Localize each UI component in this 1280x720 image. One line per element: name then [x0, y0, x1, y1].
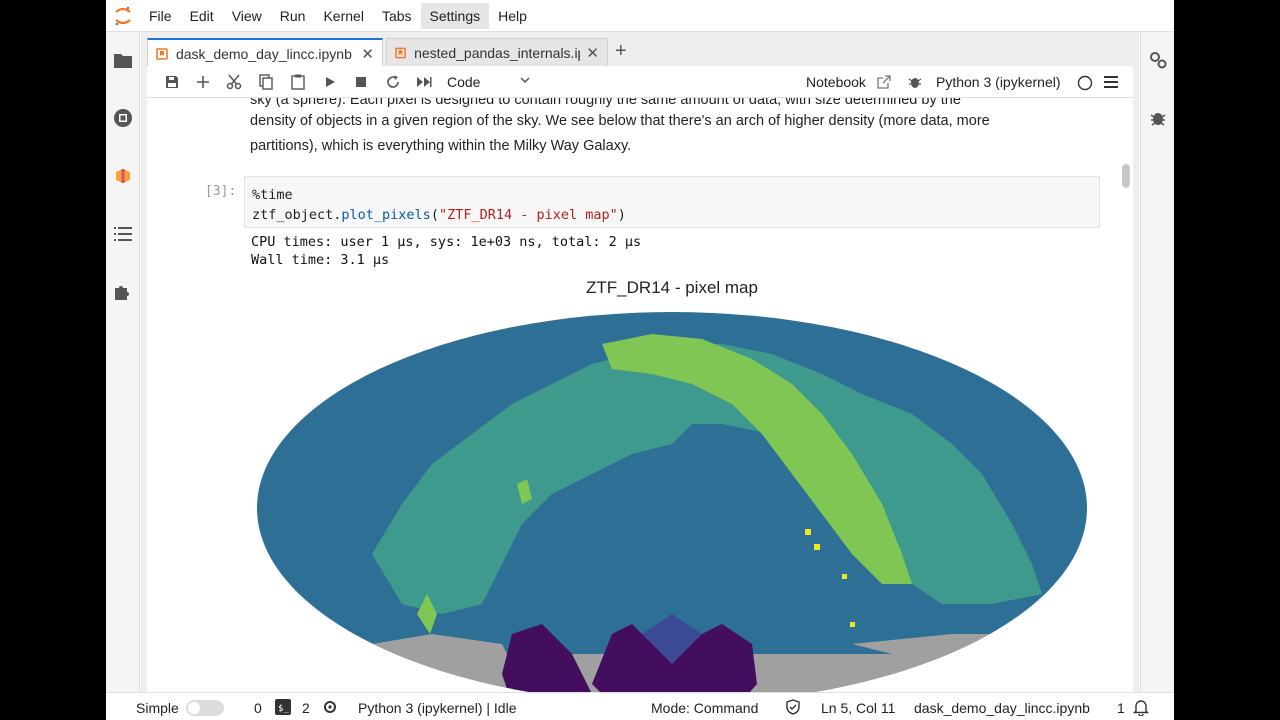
kernel-idle-circle-icon — [1077, 75, 1093, 91]
code-function: plot_pixels — [341, 207, 431, 223]
notebook-file-icon — [395, 47, 406, 58]
code-string: "ZTF_DR14 - pixel map" — [438, 207, 618, 223]
terminal-count: 0 — [254, 700, 262, 716]
code-paren: ) — [617, 207, 626, 223]
cursor-position[interactable]: Ln 5, Col 11 — [821, 700, 895, 716]
map-region-yellow-pixel — [814, 544, 820, 550]
menu-kernel[interactable]: Kernel — [314, 3, 372, 29]
simple-mode-toggle[interactable] — [186, 700, 224, 716]
status-bar: Simple 0 $_ 2 Python 3 (ipykernel) | Idl… — [106, 692, 1174, 720]
paste-clipboard-icon[interactable] — [289, 73, 307, 91]
tab-dask-demo[interactable]: dask_demo_day_lincc.ipynb ✕ — [147, 38, 383, 67]
map-region-indigo-edge — [1032, 604, 1072, 664]
cut-scissors-icon[interactable] — [225, 73, 243, 91]
external-link-icon[interactable] — [877, 75, 891, 89]
table-of-contents-icon[interactable] — [113, 224, 133, 244]
menu-hamburger-icon[interactable] — [1104, 76, 1118, 88]
current-file-name: dask_demo_day_lincc.ipynb — [914, 700, 1090, 716]
menu-run[interactable]: Run — [271, 3, 315, 29]
tab-bar: dask_demo_day_lincc.ipynb ✕ nested_panda… — [141, 32, 1139, 67]
execution-count-prompt: [3]: — [205, 184, 237, 199]
copy-icon[interactable] — [257, 73, 275, 91]
map-region-yellow-pixel — [850, 622, 855, 627]
stop-square-icon[interactable] — [352, 73, 370, 91]
map-region-yellow-pixel — [842, 574, 847, 579]
tab-label: dask_demo_day_lincc.ipynb — [175, 45, 352, 62]
map-region-yellow-pixel — [805, 529, 811, 535]
right-sidebar — [1140, 32, 1174, 692]
svg-text:$_: $_ — [278, 704, 289, 714]
scrollbar-thumb[interactable] — [1122, 164, 1130, 188]
kernel-name[interactable]: Python 3 (ipykernel) — [936, 74, 1061, 90]
kernel-status[interactable]: Python 3 (ipykernel) | Idle — [358, 700, 517, 716]
bug-icon[interactable] — [908, 75, 922, 89]
main-area: dask_demo_day_lincc.ipynb ✕ nested_panda… — [141, 32, 1139, 692]
markdown-line: partitions), which is everything within … — [250, 138, 632, 154]
simple-mode-label: Simple — [136, 700, 179, 716]
magic-command: %time — [252, 187, 293, 203]
menu-help[interactable]: Help — [489, 3, 536, 29]
shield-check-icon[interactable] — [785, 699, 801, 715]
puzzle-extension-icon[interactable] — [113, 282, 133, 302]
sky-pixel-map — [257, 312, 1087, 692]
menu-tabs[interactable]: Tabs — [373, 3, 421, 29]
notification-bell-icon[interactable] — [1132, 698, 1150, 716]
menu-edit[interactable]: Edit — [181, 3, 223, 29]
debugger-bug-icon[interactable] — [1149, 109, 1167, 127]
output-line: CPU times: user 1 µs, sys: 1e+03 ns, tot… — [251, 234, 642, 250]
new-tab-plus-icon[interactable]: + — [615, 40, 627, 63]
menu-settings[interactable]: Settings — [420, 2, 490, 29]
cell-type-select[interactable]: Code — [447, 74, 480, 90]
left-sidebar — [106, 32, 140, 692]
code-line: ztf_object.plot_pixels("ZTF_DR14 - pixel… — [252, 205, 1092, 225]
code-line: %time — [252, 185, 1092, 205]
mode-indicator: Mode: Command — [651, 700, 759, 716]
notebook-file-icon — [156, 47, 168, 60]
extension-cube-icon[interactable] — [113, 166, 133, 186]
save-icon[interactable] — [163, 73, 181, 91]
close-tab-icon[interactable]: ✕ — [586, 44, 599, 62]
restart-kernel-icon[interactable] — [384, 73, 402, 91]
running-sessions-icon[interactable] — [113, 108, 133, 128]
insert-cell-plus-icon[interactable] — [194, 73, 212, 91]
property-inspector-gears-icon[interactable] — [1149, 51, 1167, 69]
close-tab-icon[interactable]: ✕ — [361, 45, 374, 63]
plot-title: ZTF_DR14 - pixel map — [586, 278, 758, 297]
code-cell-editor[interactable]: %time ztf_object.plot_pixels("ZTF_DR14 -… — [244, 176, 1100, 228]
run-play-icon[interactable] — [321, 73, 339, 91]
folder-icon[interactable] — [113, 50, 133, 70]
markdown-line: density of objects in a given region of … — [250, 113, 990, 129]
menu-file[interactable]: File — [140, 3, 181, 29]
notification-count: 1 — [1117, 700, 1125, 716]
fast-forward-icon[interactable] — [415, 73, 433, 91]
tab-label: nested_pandas_internals.ipynb — [414, 44, 580, 61]
code-paren: ( — [430, 207, 439, 223]
chevron-down-icon[interactable] — [519, 74, 531, 86]
kernel-gear-icon[interactable] — [322, 699, 338, 715]
jupyter-logo-icon — [106, 0, 140, 32]
map-region-indigo-edge — [272, 624, 312, 684]
menu-view[interactable]: View — [223, 3, 271, 29]
open-notebook-button[interactable]: Notebook — [806, 74, 866, 90]
notebook-panel: sky (a sphere). Each pixel is designed t… — [147, 98, 1133, 692]
jupyterlab-window: File Edit View Run Kernel Tabs Settings … — [106, 0, 1174, 720]
notebook-toolbar: Code Notebook Python 3 (ipykernel) — [147, 66, 1133, 98]
map-region-grey-edge — [257, 634, 512, 692]
kernel-count: 2 — [302, 700, 310, 716]
code-object: ztf_object. — [252, 207, 342, 223]
terminal-icon[interactable]: $_ — [275, 699, 291, 715]
output-line: Wall time: 3.1 µs — [251, 252, 390, 268]
menu-bar: File Edit View Run Kernel Tabs Settings … — [106, 0, 1174, 32]
tab-nested-pandas[interactable]: nested_pandas_internals.ipynb ✕ — [386, 38, 608, 66]
